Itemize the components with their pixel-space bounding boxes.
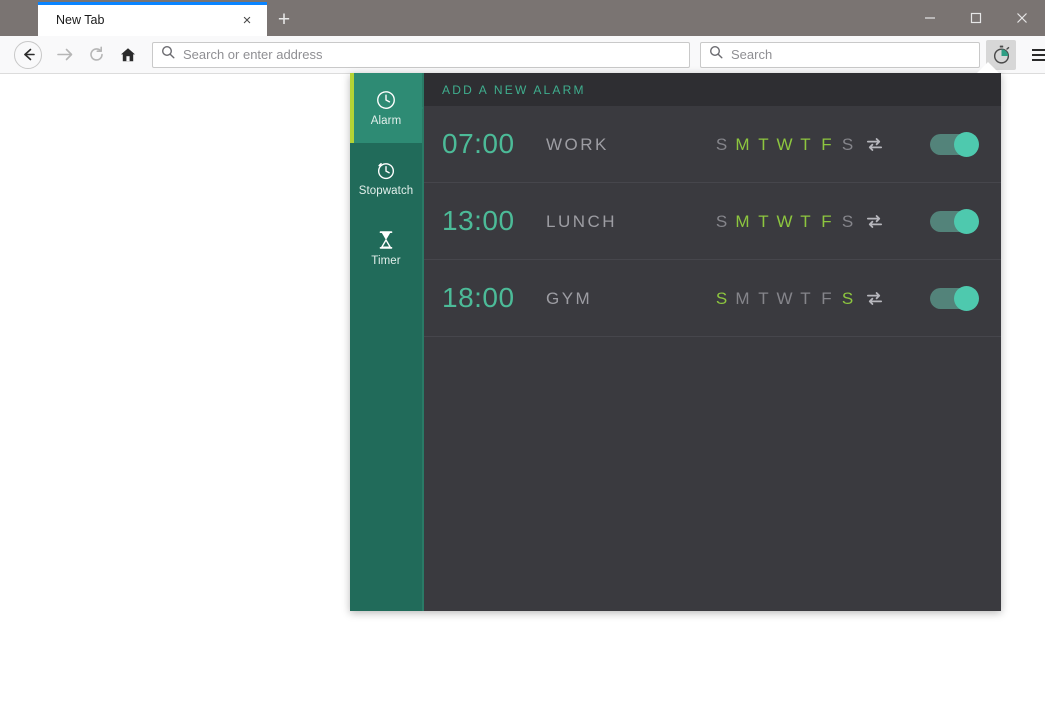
day-toggle[interactable]: S [711,290,732,307]
search-icon [161,45,175,64]
browser-titlebar: New Tab × + [0,0,1045,36]
day-toggle[interactable]: M [732,213,753,230]
menu-icon[interactable] [1024,39,1045,71]
add-new-alarm-button[interactable]: ADD A NEW ALARM [424,73,1001,106]
day-toggle[interactable]: W [774,290,795,307]
tab-title: New Tab [56,14,105,27]
day-toggle[interactable]: T [753,290,774,307]
address-input[interactable] [183,47,681,62]
day-toggle[interactable]: M [732,136,753,153]
navigation-toolbar [0,36,1045,74]
browser-window: New Tab × + Search or enter address Sear… [0,0,1045,716]
sidebar-item-label: Stopwatch [358,184,414,197]
day-toggle[interactable]: W [774,213,795,230]
day-toggle[interactable]: S [711,213,732,230]
popup-pointer [977,62,999,73]
stopwatch-icon [375,159,397,181]
toggle-knob [954,131,979,157]
alarm-row[interactable]: 07:00 WORK S M T W T F S [424,106,1001,183]
close-button[interactable] [999,0,1045,36]
alarm-row[interactable]: 13:00 LUNCH S M T W T F S [424,183,1001,260]
clock-extension-popup: Alarm Stopwatch Timer ADD A NEW ALARM 07… [350,73,1001,611]
alarm-day-selector[interactable]: S M T W T F S [711,290,858,307]
maximize-button[interactable] [953,0,999,36]
sidebar-item-alarm[interactable]: Alarm [350,73,422,143]
toggle-knob [954,285,979,311]
browser-tab[interactable]: New Tab × [38,2,267,36]
day-toggle[interactable]: T [795,290,816,307]
day-toggle[interactable]: F [816,290,837,307]
home-icon[interactable] [112,39,144,71]
day-toggle[interactable]: S [711,136,732,153]
day-toggle[interactable]: T [753,136,774,153]
day-toggle[interactable]: F [816,136,837,153]
day-toggle[interactable]: F [816,213,837,230]
day-toggle[interactable]: T [753,213,774,230]
alarm-list: 07:00 WORK S M T W T F S 13:00 LUNCH S M… [424,106,1001,611]
alarm-row[interactable]: 18:00 GYM S M T W T F S [424,260,1001,337]
alarm-enable-toggle[interactable] [930,131,979,157]
alarm-enable-toggle[interactable] [930,208,979,234]
popup-content: ADD A NEW ALARM 07:00 WORK S M T W T F S [422,73,1001,611]
alarm-enable-toggle[interactable] [930,285,979,311]
window-controls [907,0,1045,36]
sidebar-item-label: Timer [371,254,401,267]
day-toggle[interactable]: T [795,213,816,230]
forward-icon[interactable] [48,39,80,71]
day-toggle[interactable]: T [795,136,816,153]
alarm-label: GYM [546,289,593,307]
repeat-icon[interactable] [865,289,884,308]
reload-icon[interactable] [80,39,112,71]
toggle-knob [954,208,979,234]
repeat-icon[interactable] [865,212,884,231]
panel-title: ADD A NEW ALARM [442,82,586,97]
alarm-day-selector[interactable]: S M T W T F S [711,136,858,153]
alarm-time: 07:00 [442,128,515,159]
sidebar-item-timer[interactable]: Timer [350,213,422,283]
sidebar-item-label: Alarm [370,114,402,127]
alarm-time: 18:00 [442,282,515,313]
alarm-time: 13:00 [442,205,515,236]
day-toggle[interactable]: S [837,213,858,230]
alarm-label: WORK [546,135,609,153]
address-bar[interactable] [152,41,690,68]
sidebar-item-stopwatch[interactable]: Stopwatch [350,143,422,213]
day-toggle[interactable]: S [837,290,858,307]
repeat-icon[interactable] [865,135,884,154]
hourglass-icon [375,229,397,251]
popup-sidebar: Alarm Stopwatch Timer [350,73,422,611]
clock-icon [375,89,397,111]
alarm-label: LUNCH [546,212,618,230]
search-bar[interactable] [700,41,980,68]
new-tab-button[interactable]: + [270,4,298,34]
close-icon[interactable]: × [237,11,257,31]
day-toggle[interactable]: S [837,136,858,153]
back-icon[interactable] [14,40,42,69]
alarm-day-selector[interactable]: S M T W T F S [711,213,858,230]
search-icon [709,45,723,64]
search-input[interactable] [731,47,971,62]
day-toggle[interactable]: W [774,136,795,153]
minimize-button[interactable] [907,0,953,36]
day-toggle[interactable]: M [732,290,753,307]
